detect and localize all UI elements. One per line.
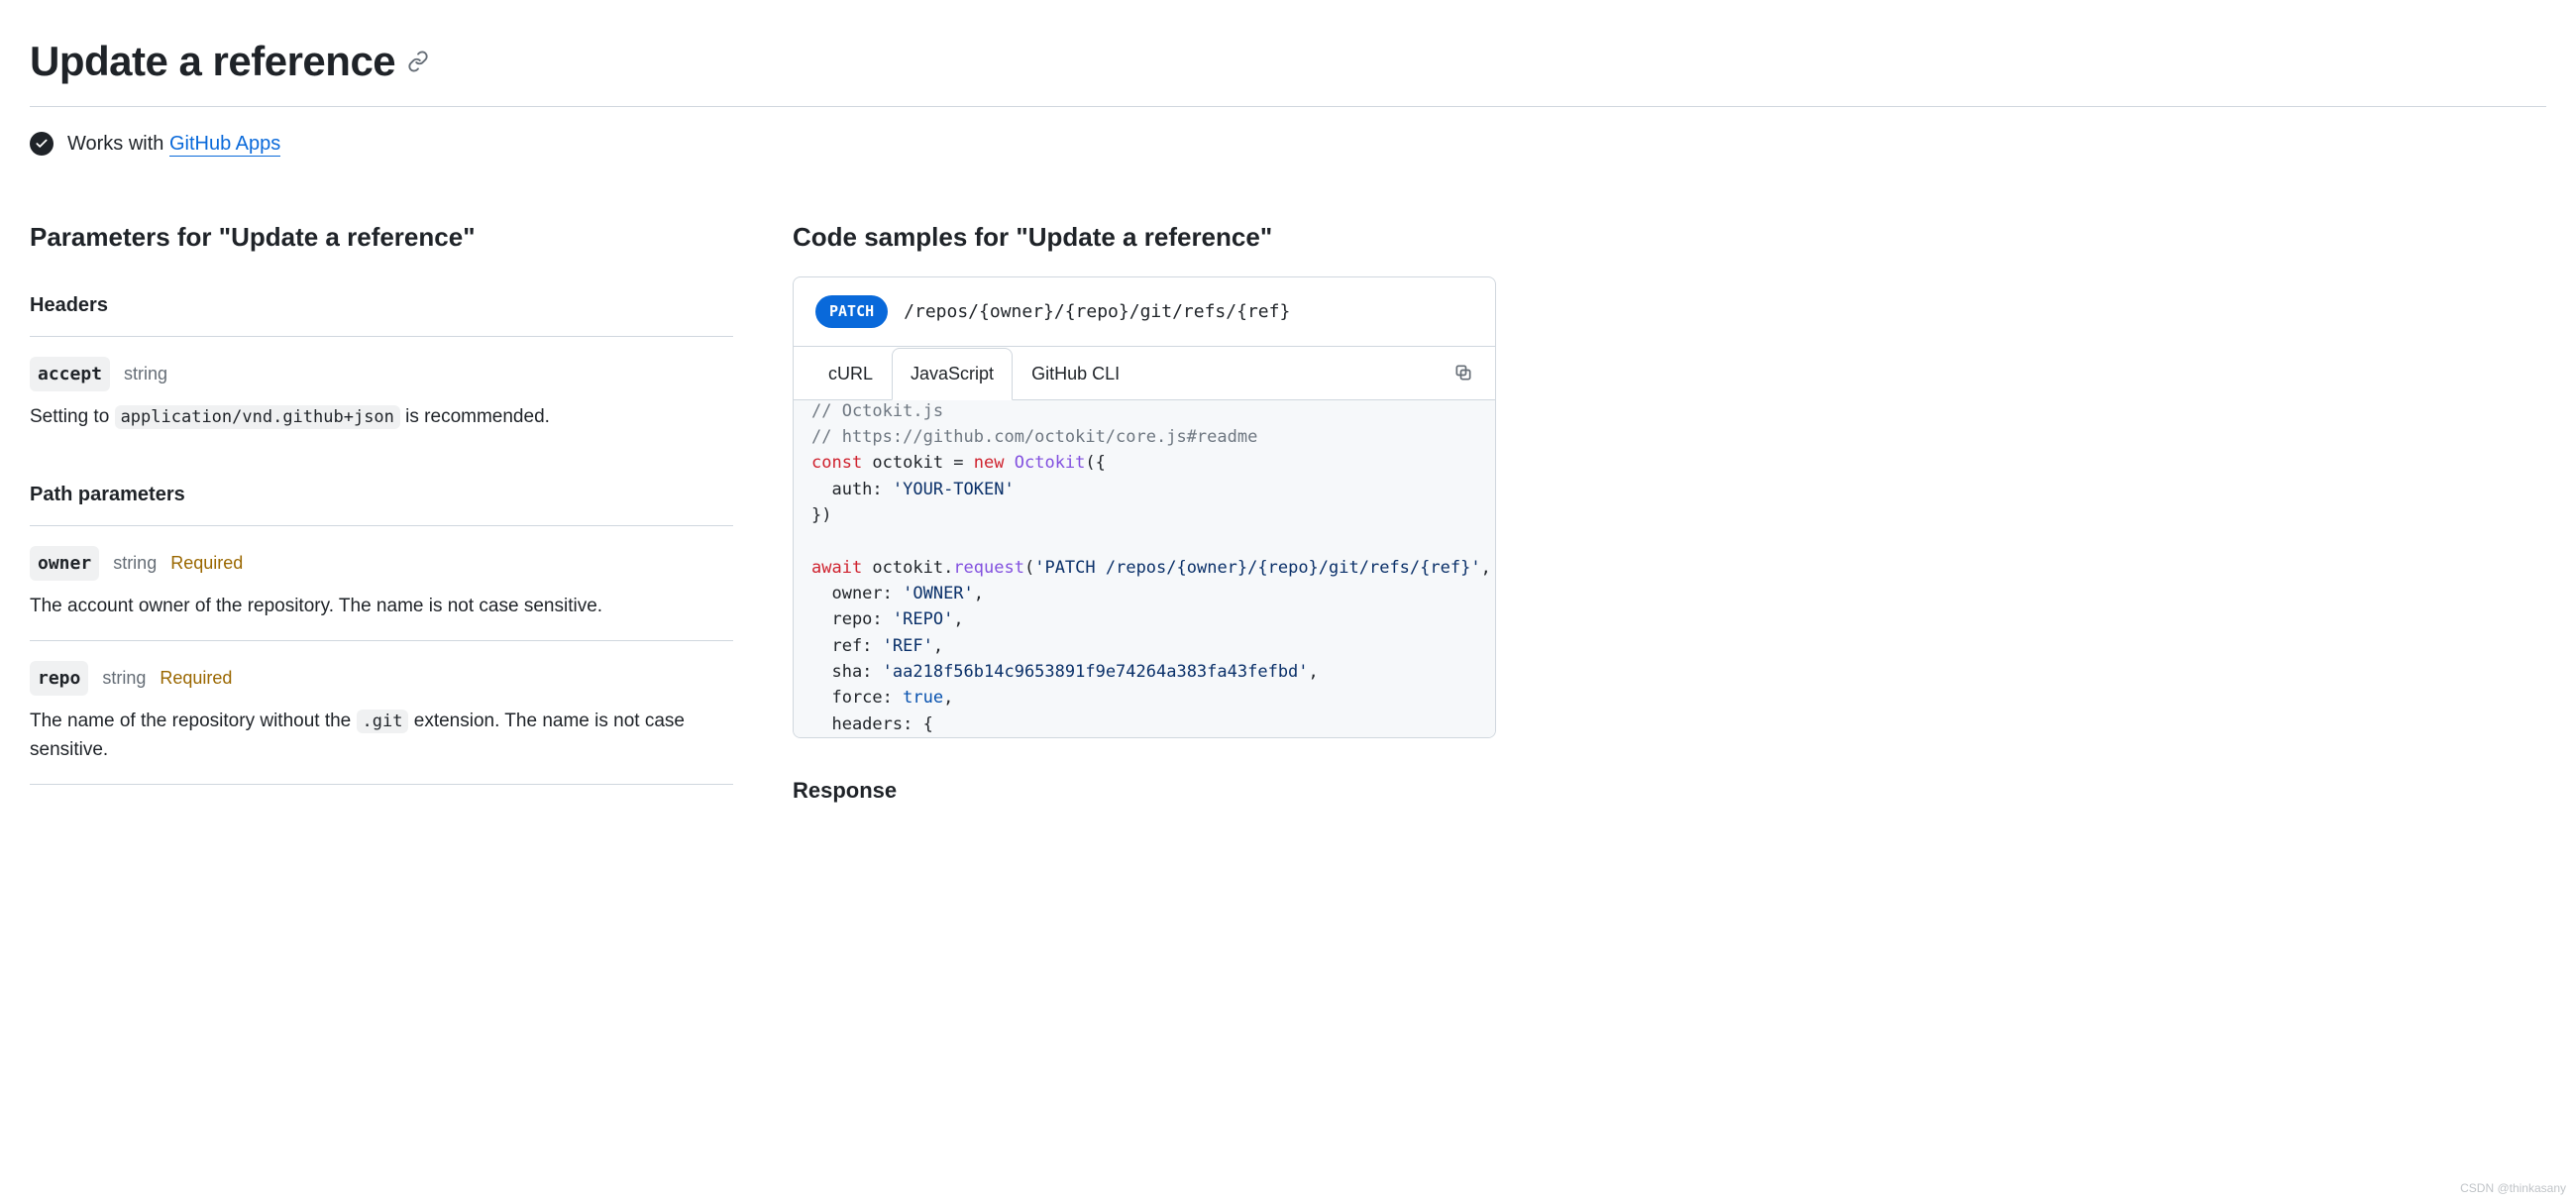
param-type: string (124, 361, 167, 387)
param-description: The name of the repository without the .… (30, 708, 733, 764)
param-name: repo (30, 661, 88, 696)
path-params-heading: Path parameters (30, 480, 733, 509)
tab-javascript[interactable]: JavaScript (892, 348, 1013, 400)
response-heading: Response (793, 774, 1496, 807)
param-description: The account owner of the repository. The… (30, 593, 733, 621)
param-next (30, 784, 733, 789)
http-method-badge: PATCH (815, 295, 888, 328)
endpoint-path: /repos/{owner}/{repo}/git/refs/{ref} (904, 298, 1290, 325)
code-samples-heading: Code samples for "Update a reference" (793, 218, 1496, 257)
tab-curl[interactable]: cURL (809, 348, 892, 400)
param-required-badge: Required (160, 665, 232, 692)
parameters-heading: Parameters for "Update a reference" (30, 218, 733, 257)
param-repo: repo string Required The name of the rep… (30, 640, 733, 784)
param-description: Setting to application/vnd.github+json i… (30, 403, 733, 432)
headers-heading: Headers (30, 290, 733, 320)
param-required-badge: Required (170, 550, 243, 577)
works-with-text: Works with GitHub Apps (67, 129, 280, 159)
anchor-link-icon[interactable] (407, 51, 429, 72)
tab-github-cli[interactable]: GitHub CLI (1013, 348, 1138, 400)
param-accept: accept string Setting to application/vnd… (30, 336, 733, 452)
code-sample-card: PATCH /repos/{owner}/{repo}/git/refs/{re… (793, 276, 1496, 738)
github-apps-link[interactable]: GitHub Apps (169, 133, 280, 157)
copy-icon[interactable] (1448, 357, 1479, 388)
param-owner: owner string Required The account owner … (30, 525, 733, 641)
watermark: CSDN @thinkasany (2460, 1179, 2566, 1197)
param-name: owner (30, 546, 99, 581)
param-type: string (102, 665, 146, 692)
code-sample-body[interactable]: // Octokit.js // https://github.com/octo… (794, 400, 1495, 737)
check-circle-icon (30, 132, 54, 156)
page-title: Update a reference (30, 30, 395, 92)
param-name: accept (30, 357, 110, 391)
param-type: string (113, 550, 157, 577)
